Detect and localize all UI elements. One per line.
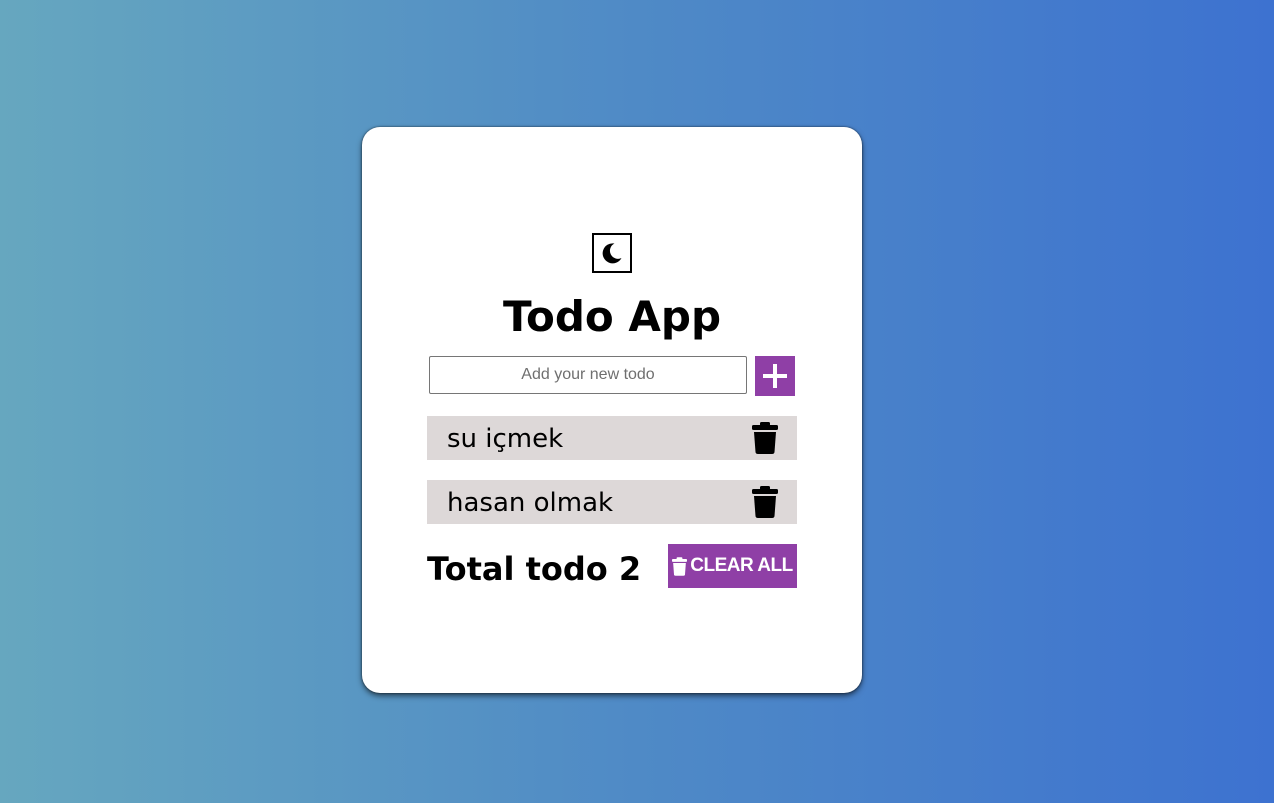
add-todo-button[interactable] [755,356,795,396]
todo-card: Todo App su içmek hasan olmak Total todo… [362,127,862,693]
trash-icon[interactable] [752,486,778,518]
page-title: Todo App [502,292,722,341]
todo-text: hasan olmak [447,488,614,518]
total-todo-count: Total todo 2 [427,550,642,588]
todo-text: su içmek [447,424,564,454]
theme-toggle-button[interactable] [592,233,632,273]
plus-icon [763,364,787,388]
trash-icon [672,556,688,576]
new-todo-input[interactable] [429,356,747,394]
clear-all-label: CLEAR ALL [690,555,793,576]
moon-icon [602,243,622,264]
clear-all-button[interactable]: CLEAR ALL [668,544,797,588]
trash-icon[interactable] [752,422,778,454]
todo-item: hasan olmak [427,480,797,524]
todo-item: su içmek [427,416,797,460]
